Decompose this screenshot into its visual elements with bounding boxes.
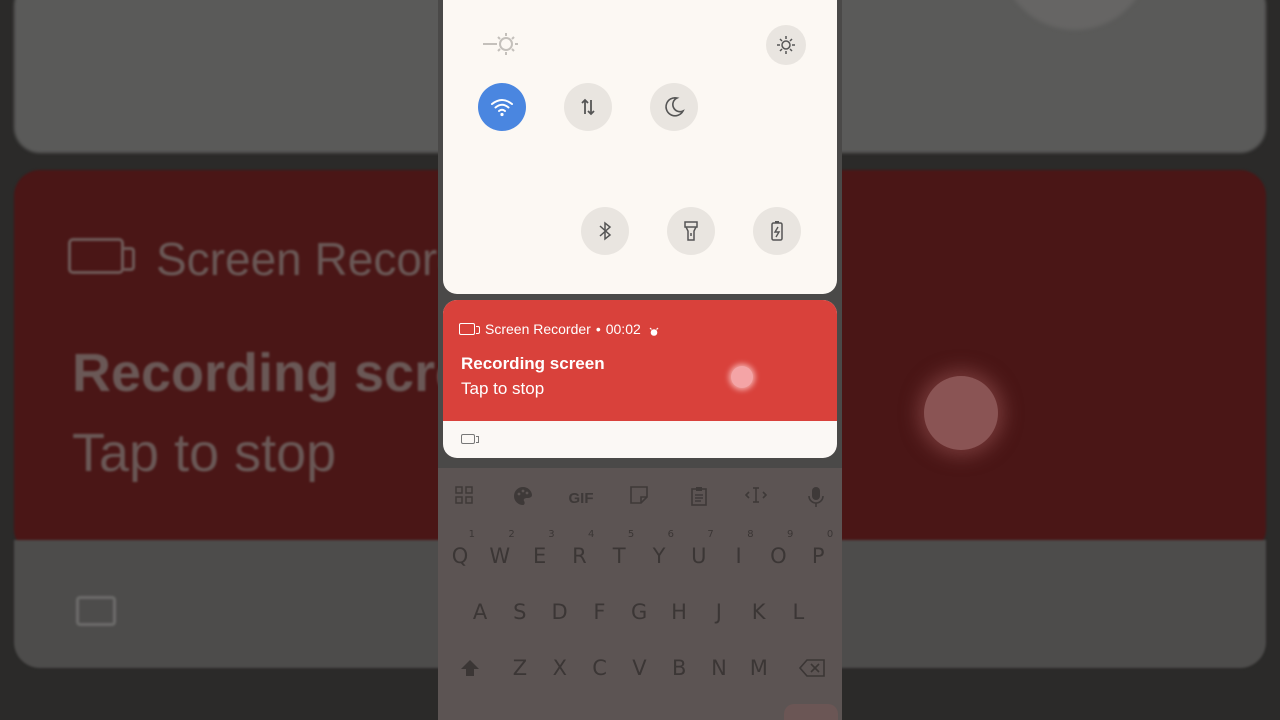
key-hint: 5: [627, 529, 635, 540]
key-j[interactable]: J: [702, 590, 736, 634]
key-x[interactable]: X: [543, 646, 577, 690]
key-r[interactable]: R4: [562, 530, 596, 578]
bg-touch-indicator: [924, 376, 998, 450]
key-hint: 9: [787, 529, 794, 540]
key-f[interactable]: F: [582, 590, 616, 634]
key-label: Y: [652, 544, 666, 568]
key-label: I: [735, 544, 742, 568]
dnd-toggle[interactable]: [650, 83, 698, 131]
moon-icon: [665, 97, 685, 117]
bg-notification-subtitle: Tap to stop: [72, 423, 337, 483]
key-label: W: [489, 544, 511, 568]
grid-icon[interactable]: [451, 486, 477, 512]
key-k[interactable]: K: [742, 590, 776, 634]
key-hint: 1: [468, 529, 475, 540]
key-hint: 3: [548, 529, 555, 540]
key-h[interactable]: H: [662, 590, 696, 634]
mic-icon[interactable]: [803, 486, 829, 512]
key-label: Q: [451, 544, 469, 568]
gif-button[interactable]: GIF: [566, 486, 596, 512]
header-separator: •: [595, 321, 601, 337]
key-hint: 2: [508, 529, 515, 540]
recorder-small-icon: [461, 434, 479, 444]
key-hint: 6: [667, 529, 674, 540]
screen-recorder-notification[interactable]: Screen Recorder • 00:02 Recording screen…: [443, 300, 837, 458]
sticker-icon[interactable]: [626, 486, 652, 512]
keyboard-row-2: ASDFGHJKL: [438, 590, 842, 630]
palette-icon[interactable]: [510, 486, 536, 512]
key-p[interactable]: P0: [801, 530, 835, 578]
notification-header: Screen Recorder • 00:02: [459, 320, 659, 338]
keyboard-toolbar: GIF: [438, 468, 842, 528]
key-u[interactable]: U7: [682, 530, 716, 578]
key-i[interactable]: I8: [722, 530, 756, 578]
bluetooth-toggle[interactable]: [581, 207, 629, 255]
keyboard-row-1: Q 1 W 2 E3 R4 T5 Y6 U7 I8 O9 P0: [438, 530, 842, 574]
mobile-data-toggle[interactable]: [564, 83, 612, 131]
key-label: U: [691, 544, 707, 568]
alarm-icon: [649, 324, 659, 336]
key-w[interactable]: W2: [483, 530, 517, 578]
text-cursor-icon[interactable]: [743, 486, 769, 512]
flashlight-icon: [684, 221, 698, 241]
key-label: E: [532, 544, 547, 568]
key-label: O: [770, 544, 787, 568]
bluetooth-icon: [599, 221, 612, 241]
key-c[interactable]: C: [583, 646, 617, 690]
keyboard: GIF Q1W2E3R4T5Y6U7I8O9P0 ASDFGHJKL ZXCV: [438, 468, 842, 720]
key-q[interactable]: Q1: [443, 530, 477, 578]
notification-subtitle: Tap to stop: [461, 379, 545, 398]
bg-recorder-icon-small: [76, 596, 116, 626]
brightness-icon[interactable]: [483, 31, 519, 57]
data-icon: [581, 98, 595, 116]
notification-title: Recording screen: [461, 354, 605, 373]
key-v[interactable]: V: [622, 646, 656, 690]
key-l[interactable]: L: [781, 590, 815, 634]
key-a[interactable]: A: [463, 590, 497, 634]
wifi-toggle[interactable]: [478, 83, 526, 131]
key-hint: 7: [707, 529, 714, 540]
enter-key[interactable]: [784, 704, 838, 720]
wifi-icon: [491, 99, 513, 117]
keyboard-row-3: ZXCVBNM: [438, 646, 842, 686]
battery-saver-toggle[interactable]: [753, 207, 801, 255]
phone-screen: Screen Recorder • 00:02 Recording screen…: [438, 0, 842, 720]
key-label: P: [811, 544, 825, 568]
recorder-icon: [459, 323, 480, 335]
key-hint: 8: [747, 529, 754, 540]
key-y[interactable]: Y6: [642, 530, 676, 578]
auto-brightness-icon[interactable]: [766, 25, 806, 65]
key-o[interactable]: O9: [761, 530, 795, 578]
touch-indicator: [731, 366, 753, 388]
key-t[interactable]: T5: [602, 530, 636, 578]
flashlight-toggle[interactable]: [667, 207, 715, 255]
key-label: R: [572, 544, 587, 568]
key-z[interactable]: Z: [503, 646, 537, 690]
key-label: T: [612, 544, 626, 568]
notification-elapsed: 00:02: [605, 321, 641, 337]
key-g[interactable]: G: [622, 590, 656, 634]
key-s[interactable]: S: [503, 590, 537, 634]
bg-recorder-icon: [68, 238, 135, 274]
quick-settings-panel: [443, 0, 837, 294]
battery-icon: [771, 221, 783, 241]
key-n[interactable]: N: [702, 646, 736, 690]
key-hint: 0: [826, 529, 834, 540]
key-d[interactable]: D: [543, 590, 577, 634]
key-hint: 4: [588, 529, 595, 540]
key-e[interactable]: E3: [523, 530, 557, 578]
key-m[interactable]: M: [742, 646, 776, 690]
backspace-key[interactable]: [792, 646, 832, 690]
key-b[interactable]: B: [662, 646, 696, 690]
shift-key[interactable]: [453, 646, 487, 690]
notification-body[interactable]: Screen Recorder • 00:02 Recording screen…: [443, 300, 837, 421]
notification-app-name: Screen Recorder: [485, 321, 591, 337]
clipboard-icon[interactable]: [686, 486, 712, 512]
